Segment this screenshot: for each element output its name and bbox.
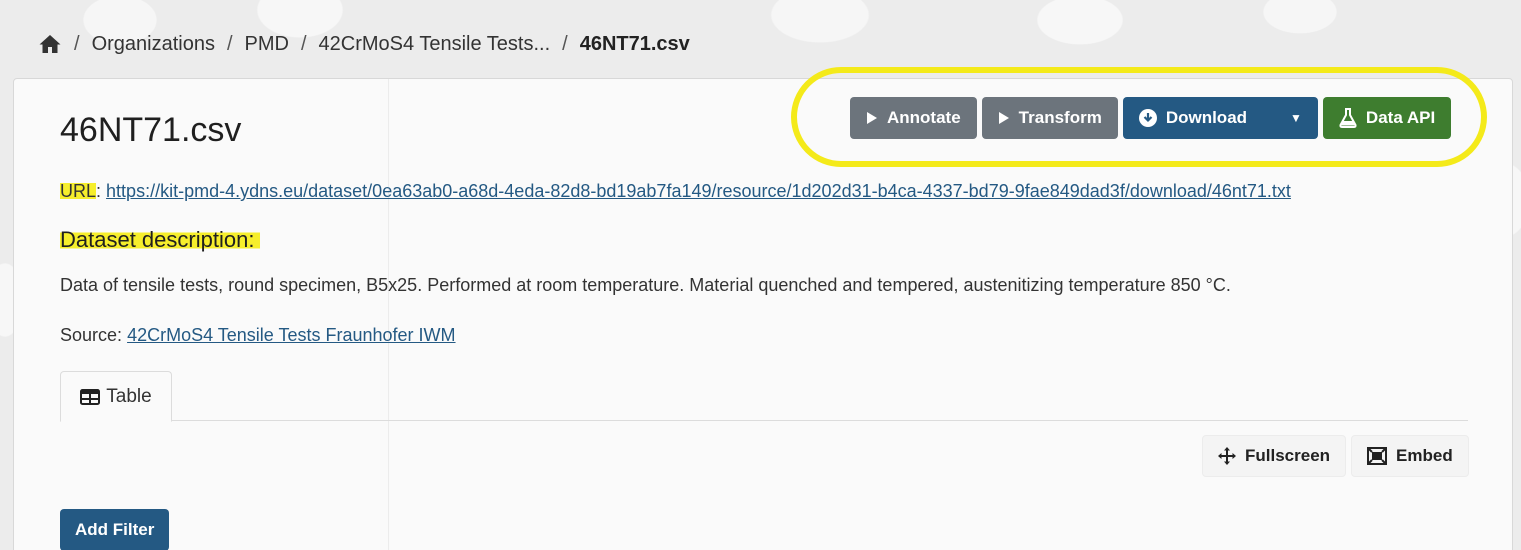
fullscreen-button[interactable]: Fullscreen: [1202, 435, 1347, 477]
breadcrumb-dataset[interactable]: 42CrMoS4 Tensile Tests...: [319, 33, 551, 56]
dataset-description-text: Data of tensile tests, round specimen, B…: [60, 275, 1231, 295]
arrows-move-icon: [1218, 447, 1236, 465]
transform-button[interactable]: Transform: [981, 97, 1118, 139]
breadcrumb-current: 46NT71.csv: [579, 32, 690, 55]
view-actions: Fullscreen Embed: [1202, 435, 1469, 477]
breadcrumb-pmd[interactable]: PMD: [245, 33, 289, 56]
source-line: Source: 42CrMoS4 Tensile Tests Fraunhofe…: [60, 325, 456, 346]
view-tabs: Table: [60, 371, 1468, 422]
embed-button[interactable]: Embed: [1351, 435, 1469, 477]
breadcrumb-separator: /: [74, 32, 80, 55]
download-label: Download: [1165, 108, 1248, 127]
source-label: Source:: [60, 325, 123, 345]
annotate-button[interactable]: Annotate: [850, 97, 977, 139]
download-circle-icon: [1138, 109, 1157, 127]
panel-divider: [388, 79, 389, 550]
download-button-group: Download ▼: [1122, 97, 1318, 139]
table-icon: [80, 388, 101, 405]
home-icon[interactable]: [38, 32, 62, 56]
embed-label: Embed: [1396, 446, 1453, 465]
flask-icon: [1339, 108, 1357, 128]
resource-actions: Annotate Transform Download ▼ Data API: [850, 97, 1452, 139]
resource-url-line: URL: https://kit-pmd-4.ydns.eu/dataset/0…: [60, 181, 1291, 202]
resource-panel: 46NT71.csv Annotate Transform Download ▼…: [13, 67, 1513, 550]
tab-table[interactable]: Table: [60, 371, 172, 422]
breadcrumb: / Organizations / PMD / 42CrMoS4 Tensile…: [38, 30, 690, 58]
dataset-description-heading: Dataset description:: [60, 227, 261, 253]
transform-label: Transform: [1018, 108, 1102, 127]
breadcrumb-organizations[interactable]: Organizations: [92, 33, 215, 56]
annotate-label: Annotate: [887, 108, 961, 127]
fullscreen-label: Fullscreen: [1245, 446, 1331, 465]
breadcrumb-separator: /: [226, 32, 233, 55]
add-filter-button[interactable]: Add Filter: [60, 509, 170, 550]
page-title: 46NT71.csv: [60, 111, 242, 149]
breadcrumb-separator: /: [562, 32, 568, 55]
data-api-button[interactable]: Data API: [1322, 97, 1452, 139]
source-link[interactable]: 42CrMoS4 Tensile Tests Fraunhofer IWM: [127, 325, 455, 345]
play-icon: [998, 112, 1009, 124]
play-icon: [867, 112, 877, 124]
chevron-down-icon[interactable]: ▼: [1290, 111, 1302, 125]
url-colon: :: [96, 181, 102, 201]
resource-url-link[interactable]: https://kit-pmd-4.ydns.eu/dataset/0ea63a…: [106, 181, 1291, 201]
data-api-label: Data API: [1365, 108, 1436, 127]
download-button[interactable]: Download ▼: [1122, 97, 1318, 139]
url-label: URL: [60, 181, 97, 201]
tab-table-label: Table: [106, 385, 152, 407]
embed-icon: [1367, 447, 1388, 465]
breadcrumb-separator: /: [300, 32, 307, 55]
